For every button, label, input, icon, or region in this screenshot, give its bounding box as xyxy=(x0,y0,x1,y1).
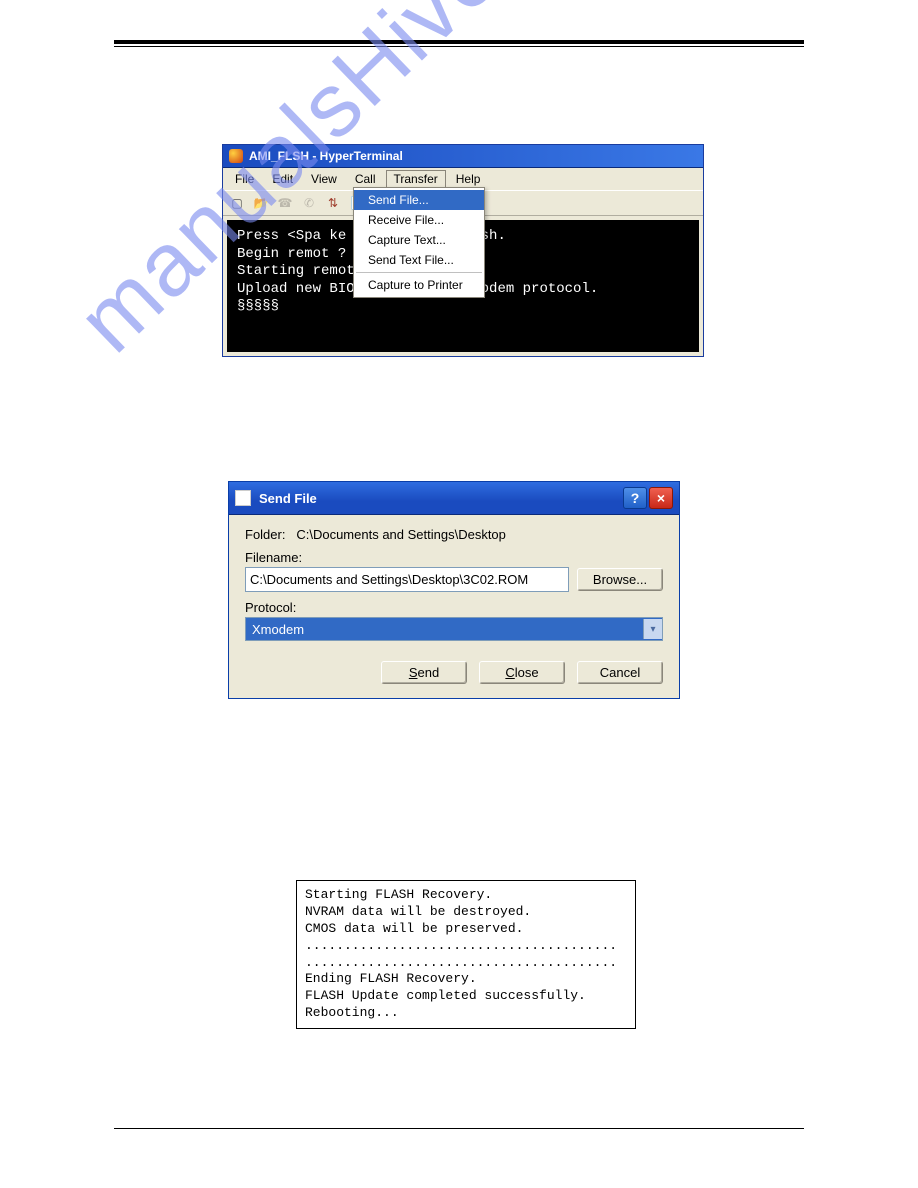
filename-label: Filename: xyxy=(245,550,663,565)
recovery-console: Starting FLASH Recovery. NVRAM data will… xyxy=(296,880,636,1029)
menu-help[interactable]: Help xyxy=(448,170,489,188)
menu-item-receive-file[interactable]: Receive File... xyxy=(354,210,484,230)
folder-label: Folder: xyxy=(245,527,285,542)
cancel-button[interactable]: Cancel xyxy=(577,661,663,684)
filename-input[interactable] xyxy=(245,567,569,592)
menu-call[interactable]: Call xyxy=(347,170,384,188)
menu-item-capture-to-printer[interactable]: Capture to Printer xyxy=(354,275,484,295)
send-button[interactable]: SSendend xyxy=(381,661,467,684)
open-icon[interactable]: 📂 xyxy=(253,195,269,211)
send-file-dialog: Send File ? × Folder: C:\Documents and S… xyxy=(228,481,680,699)
menu-transfer[interactable]: Transfer xyxy=(386,170,446,188)
chevron-down-icon[interactable]: ▾ xyxy=(643,619,662,639)
folder-row: Folder: C:\Documents and Settings\Deskto… xyxy=(245,527,663,542)
menu-item-send-text-file[interactable]: Send Text File... xyxy=(354,250,484,270)
connect-icon[interactable]: ☎ xyxy=(277,195,293,211)
close-dialog-button[interactable]: CCloselose xyxy=(479,661,565,684)
dialog-titlebar[interactable]: Send File ? × xyxy=(229,482,679,515)
protocol-select[interactable]: Xmodem ▾ xyxy=(245,617,663,641)
window-title: AMI_FLSH - HyperTerminal xyxy=(249,149,403,163)
transfer-icon[interactable]: ⇅ xyxy=(325,195,341,211)
dialog-title: Send File xyxy=(259,491,317,506)
browse-button[interactable]: Browse... xyxy=(577,568,663,591)
dialog-body: Folder: C:\Documents and Settings\Deskto… xyxy=(229,515,679,655)
close-button[interactable]: × xyxy=(649,487,673,509)
app-icon xyxy=(229,149,243,163)
folder-path: C:\Documents and Settings\Desktop xyxy=(296,527,506,542)
new-icon[interactable]: ▢ xyxy=(229,195,245,211)
protocol-value: Xmodem xyxy=(246,622,643,637)
dialog-button-row: SSendend CCloselose Cancel xyxy=(229,655,679,698)
menu-item-capture-text[interactable]: Capture Text... xyxy=(354,230,484,250)
dialog-icon xyxy=(235,490,251,506)
disconnect-icon[interactable]: ✆ xyxy=(301,195,317,211)
menu-view[interactable]: View xyxy=(303,170,345,188)
help-button[interactable]: ? xyxy=(623,487,647,509)
titlebar[interactable]: AMI_FLSH - HyperTerminal xyxy=(223,145,703,168)
menu-edit[interactable]: Edit xyxy=(264,170,301,188)
menu-separator xyxy=(356,272,482,273)
menu-item-send-file[interactable]: Send File... xyxy=(354,190,484,210)
page-rule-bottom xyxy=(114,1128,804,1129)
terminal-line: §§§§§ xyxy=(237,298,689,316)
page-rule-top xyxy=(114,40,804,47)
transfer-dropdown: Send File... Receive File... Capture Tex… xyxy=(353,187,485,298)
protocol-label: Protocol: xyxy=(245,600,663,615)
menu-file[interactable]: File xyxy=(227,170,262,188)
hyperterminal-window: AMI_FLSH - HyperTerminal File Edit View … xyxy=(222,144,704,357)
